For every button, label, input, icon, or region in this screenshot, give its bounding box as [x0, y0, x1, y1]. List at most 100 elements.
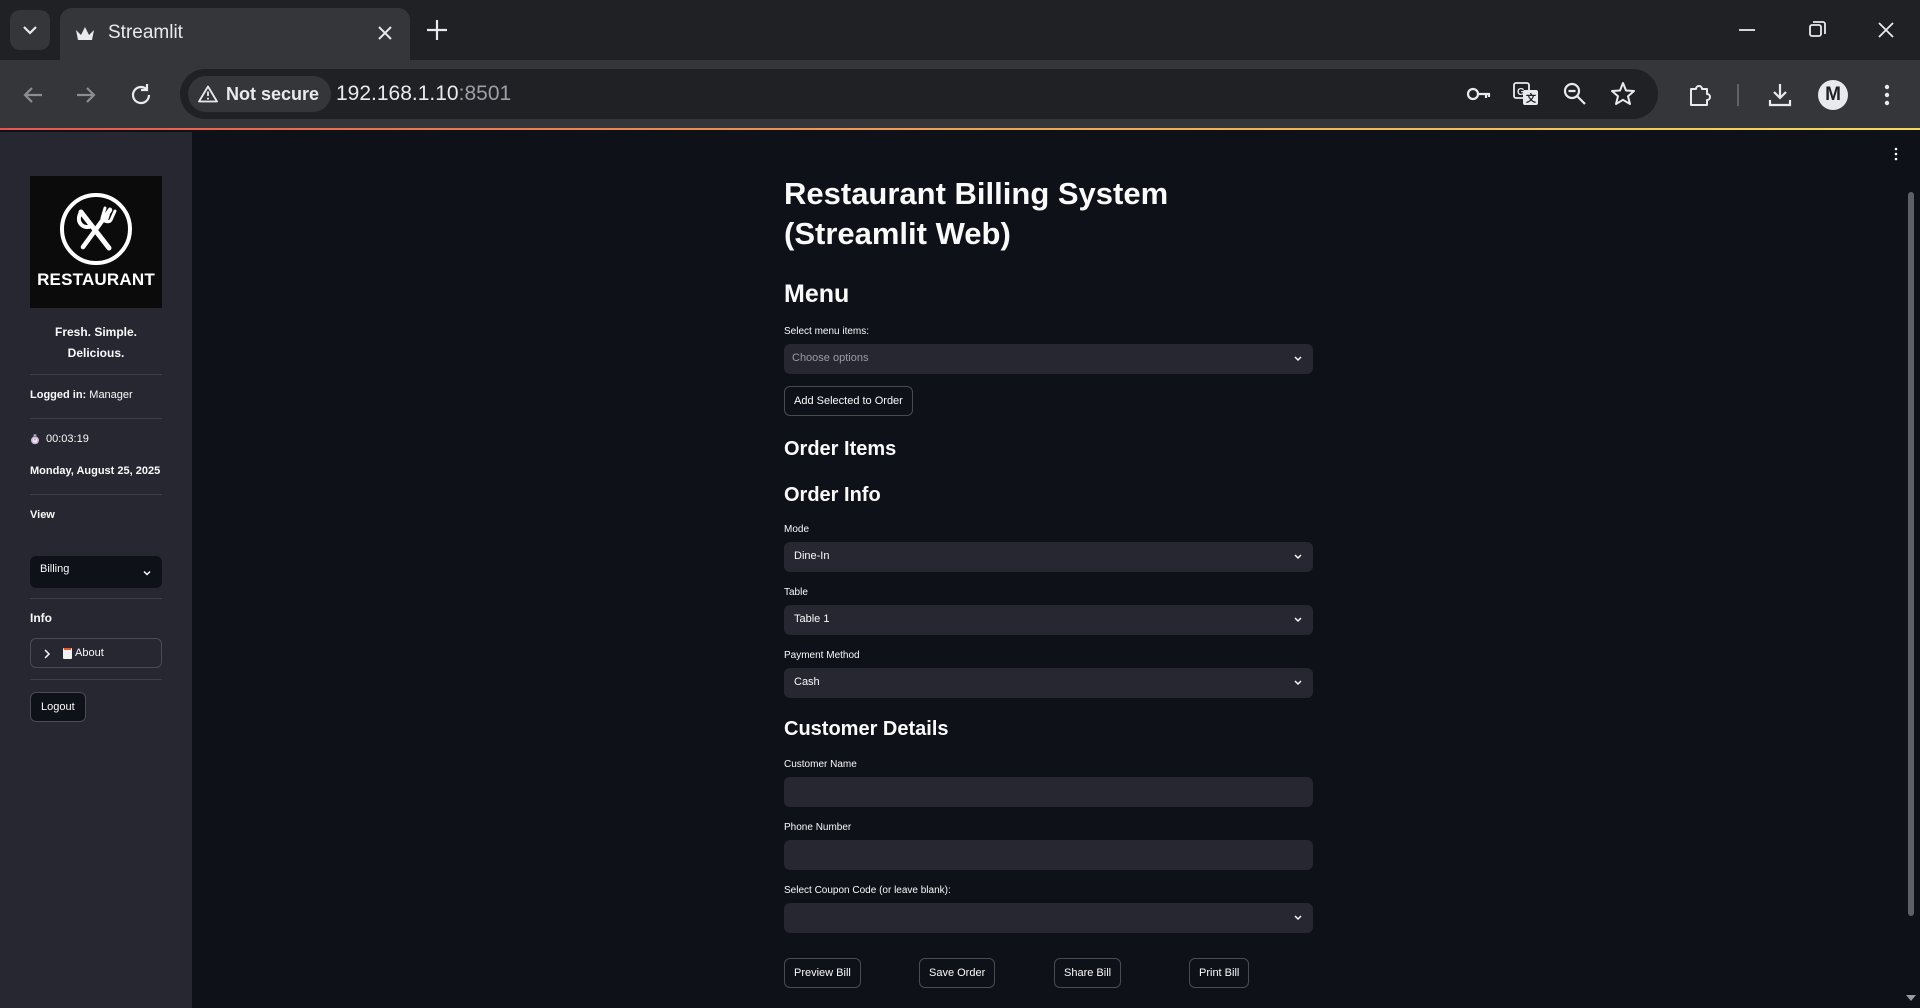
view-heading: View [30, 509, 55, 521]
chevron-right-icon [44, 649, 51, 659]
customer-details-heading: Customer Details [784, 718, 949, 740]
back-icon[interactable] [18, 80, 48, 110]
chevron-down-icon [23, 25, 37, 35]
menu-select-label: Select menu items: [784, 326, 870, 337]
logged-in-line: Logged in: Manager [30, 389, 133, 401]
payment-label: Payment Method [784, 650, 860, 661]
chevron-down-icon [1294, 617, 1302, 623]
browser-tab-bar: Streamlit [0, 0, 1920, 60]
window-close-icon[interactable] [1871, 15, 1901, 45]
view-select-value: Billing [40, 563, 70, 575]
view-select[interactable]: Billing [30, 556, 162, 588]
coupon-select[interactable] [784, 903, 1313, 933]
table-select[interactable]: Table 1 [784, 605, 1313, 635]
streamlit-app: RESTAURANT Fresh. Simple. Delicious. Log… [0, 132, 1920, 1008]
current-date: Monday, August 25, 2025 [30, 465, 161, 477]
preview-bill-button[interactable]: Preview Bill [784, 958, 861, 988]
restaurant-logo: RESTAURANT [30, 176, 162, 308]
browser-tab[interactable]: Streamlit [60, 8, 410, 60]
payment-select[interactable]: Cash [784, 668, 1313, 698]
warning-icon [198, 85, 218, 103]
phone-label: Phone Number [784, 822, 852, 833]
main-content: Restaurant Billing System (Streamlit Web… [784, 132, 1314, 1008]
sidebar: RESTAURANT Fresh. Simple. Delicious. Log… [0, 132, 192, 1008]
chevron-down-icon [1294, 915, 1302, 921]
logged-in-user: Manager [89, 389, 133, 401]
url-text: 192.168.1.10:8501 [336, 82, 511, 106]
sidebar-divider [30, 598, 162, 599]
bookmark-star-icon[interactable] [1609, 80, 1637, 108]
app-menu-icon[interactable] [1893, 146, 1899, 162]
sidebar-divider [30, 418, 162, 419]
svg-text:G: G [1517, 87, 1525, 98]
page-title: Restaurant Billing System (Streamlit Web… [784, 176, 1169, 251]
menu-multiselect[interactable]: Choose options [784, 344, 1313, 374]
customer-name-label: Customer Name [784, 759, 857, 770]
scrollbar[interactable] [1908, 192, 1914, 916]
coupon-label: Select Coupon Code (or leave blank): [784, 885, 951, 896]
timer-value: 00:03:19 [46, 433, 89, 445]
browser-toolbar: Not secure 192.168.1.10:8501 G文 M [0, 60, 1920, 130]
chevron-down-icon [1294, 356, 1302, 362]
table-select-value: Table 1 [794, 613, 830, 625]
session-timer: 00:03:19 [30, 433, 89, 445]
stopwatch-icon [31, 433, 39, 444]
scroll-down-arrow-icon[interactable] [1905, 994, 1917, 1002]
table-label: Table [784, 587, 808, 598]
sidebar-divider [30, 679, 162, 680]
phone-input[interactable] [784, 840, 1313, 870]
url-host: 192.168.1.10 [336, 82, 459, 105]
tab-search-button[interactable] [10, 10, 50, 50]
toolbar-divider [1737, 84, 1739, 106]
profile-initial: M [1825, 84, 1841, 105]
sidebar-divider [30, 374, 162, 375]
mode-select[interactable]: Dine-In [784, 542, 1313, 572]
download-icon[interactable] [1765, 80, 1795, 110]
zoom-out-icon[interactable] [1561, 80, 1589, 108]
close-icon[interactable] [374, 22, 396, 44]
save-order-button[interactable]: Save Order [919, 958, 996, 988]
sidebar-divider [30, 494, 162, 495]
add-to-order-button[interactable]: Add Selected to Order [784, 386, 913, 416]
about-expander[interactable]: About [30, 638, 162, 668]
password-key-icon[interactable] [1464, 80, 1492, 108]
about-label: About [63, 647, 104, 659]
address-bar[interactable]: Not secure 192.168.1.10:8501 G文 [180, 69, 1658, 119]
order-items-heading: Order Items [784, 438, 897, 460]
print-bill-button[interactable]: Print Bill [1189, 958, 1250, 988]
url-port: :8501 [458, 82, 512, 105]
new-tab-icon[interactable] [424, 17, 450, 43]
mode-label: Mode [784, 524, 810, 535]
menu-heading: Menu [784, 280, 850, 308]
extensions-icon[interactable] [1685, 80, 1715, 110]
memo-icon [63, 647, 72, 659]
logout-button[interactable]: Logout [30, 692, 86, 722]
security-label: Not secure [226, 83, 320, 104]
info-heading: Info [30, 611, 52, 625]
browser-menu-icon[interactable] [1872, 80, 1902, 110]
chevron-down-icon [1294, 680, 1302, 686]
chevron-down-icon [1294, 554, 1302, 560]
logo-text: RESTAURANT [37, 270, 155, 289]
about-text: About [75, 647, 104, 659]
fork-knife-icon [60, 193, 132, 265]
svg-text:文: 文 [1526, 92, 1537, 105]
tab-title: Streamlit [108, 22, 183, 43]
reload-icon[interactable] [126, 80, 156, 110]
profile-avatar[interactable]: M [1818, 80, 1848, 110]
mode-select-value: Dine-In [794, 550, 830, 562]
security-chip[interactable]: Not secure [188, 76, 332, 112]
share-bill-button[interactable]: Share Bill [1054, 958, 1122, 988]
logged-in-label: Logged in: [30, 389, 87, 401]
forward-icon[interactable] [71, 80, 101, 110]
chevron-down-icon [143, 570, 151, 576]
translate-icon[interactable]: G文 [1512, 80, 1540, 108]
restore-icon[interactable] [1802, 15, 1832, 45]
minimize-icon[interactable] [1732, 15, 1762, 45]
tagline: Fresh. Simple. Delicious. [54, 325, 138, 360]
customer-name-input[interactable] [784, 777, 1313, 807]
order-info-heading: Order Info [784, 484, 881, 506]
streamlit-crown-icon [76, 27, 94, 40]
payment-select-value: Cash [794, 676, 820, 688]
menu-multiselect-placeholder: Choose options [792, 352, 869, 364]
